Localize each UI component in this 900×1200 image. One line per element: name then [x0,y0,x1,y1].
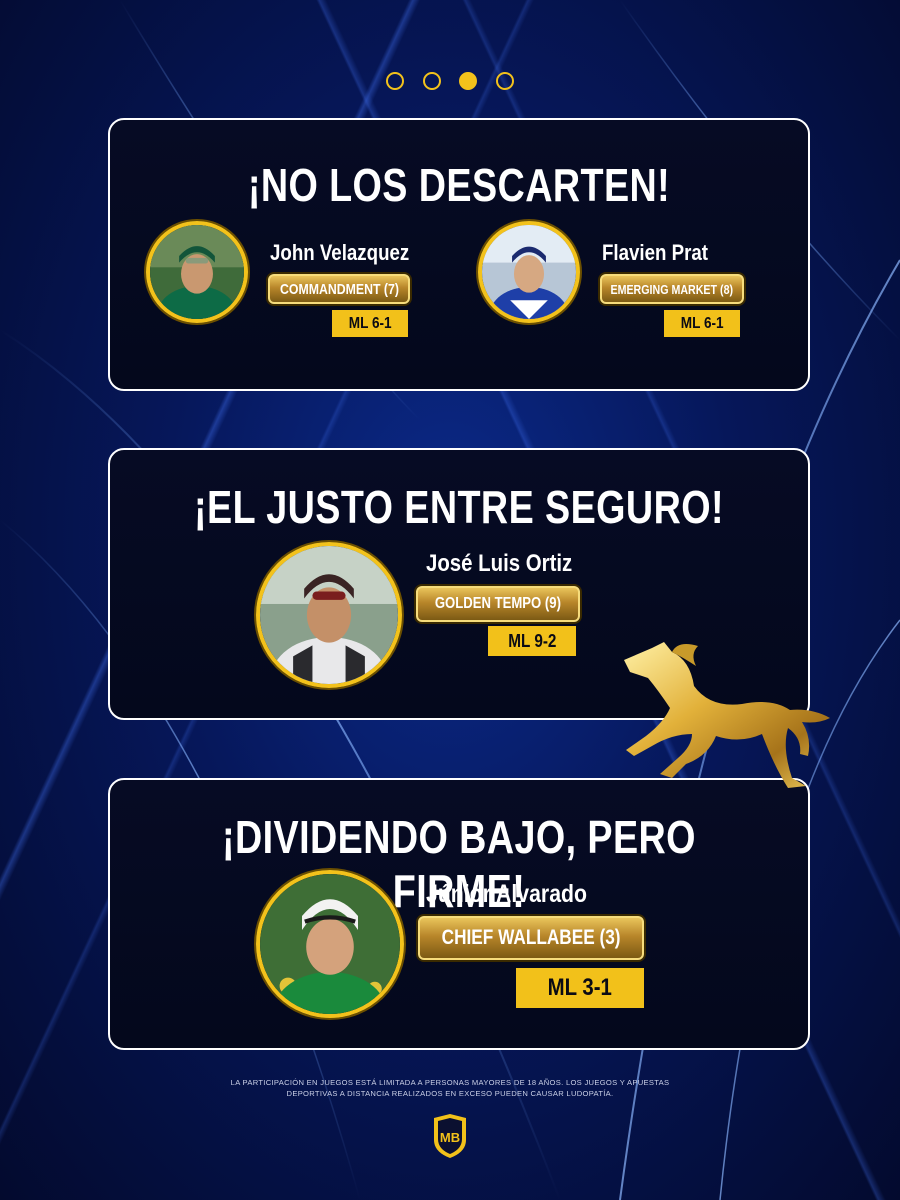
carousel-dot-4[interactable] [495,72,514,90]
section-card-dividendo-bajo-pero-firme: ¡DIVIDENDO BAJO, PERO FIRME! Júnior Alva… [108,778,810,1050]
odds-badge: ML 9-2 [488,626,576,656]
horse-name-badge: GOLDEN TEMPO (9) [416,586,580,622]
odds-badge: ML 6-1 [664,310,740,337]
horse-name-badge: CHIEF WALLABEE (3) [418,916,644,960]
horse-name: GOLDEN TEMPO (9) [434,595,562,612]
horse-name: CHIEF WALLABEE (3) [441,926,621,949]
horse-name-badge: EMERGING MARKET (8) [600,274,744,304]
jockey-name: Júnior Alvarado [426,880,587,908]
section-title: ¡EL JUSTO ENTRE SEGURO! [194,481,724,533]
carousel-dot-3-active[interactable] [459,72,478,90]
jockey-photo-avatar [256,542,402,688]
jockey-name: José Luis Ortiz [426,550,573,577]
odds-badge: ML 6-1 [332,310,408,337]
golden-horse-icon [624,642,830,788]
odds-value: ML 9-2 [507,630,557,651]
mb-logo-shield-icon[interactable]: MB [430,1112,470,1160]
odds-value: ML 6-1 [348,314,392,332]
horse-name: COMMANDMENT (7) [279,280,399,298]
horse-name-badge: COMMANDMENT (7) [268,274,410,304]
jockey-photo-avatar [478,221,580,323]
horse-name: EMERGING MARKET (8) [610,281,734,297]
odds-badge: ML 3-1 [516,968,644,1008]
legal-disclaimer: LA PARTICIPACIÓN EN JUEGOS ESTÁ LIMITADA… [230,1078,670,1098]
logo-text: MB [440,1130,460,1145]
carousel-dot-1[interactable] [386,72,404,90]
section-card-no-los-descarten: ¡NO LOS DESCARTEN! John Velazquez COMMAN… [108,118,810,391]
section-title: ¡NO LOS DESCARTEN! [247,159,671,211]
odds-value: ML 3-1 [547,974,613,1001]
odds-value: ML 6-1 [680,314,724,332]
jockey-photo-avatar [146,221,248,323]
jockey-photo-avatar [256,870,404,1018]
carousel-dot-2[interactable] [422,72,441,90]
carousel-indicator [386,72,514,92]
jockey-name: Flavien Prat [602,240,709,265]
jockey-name: John Velazquez [270,240,410,265]
